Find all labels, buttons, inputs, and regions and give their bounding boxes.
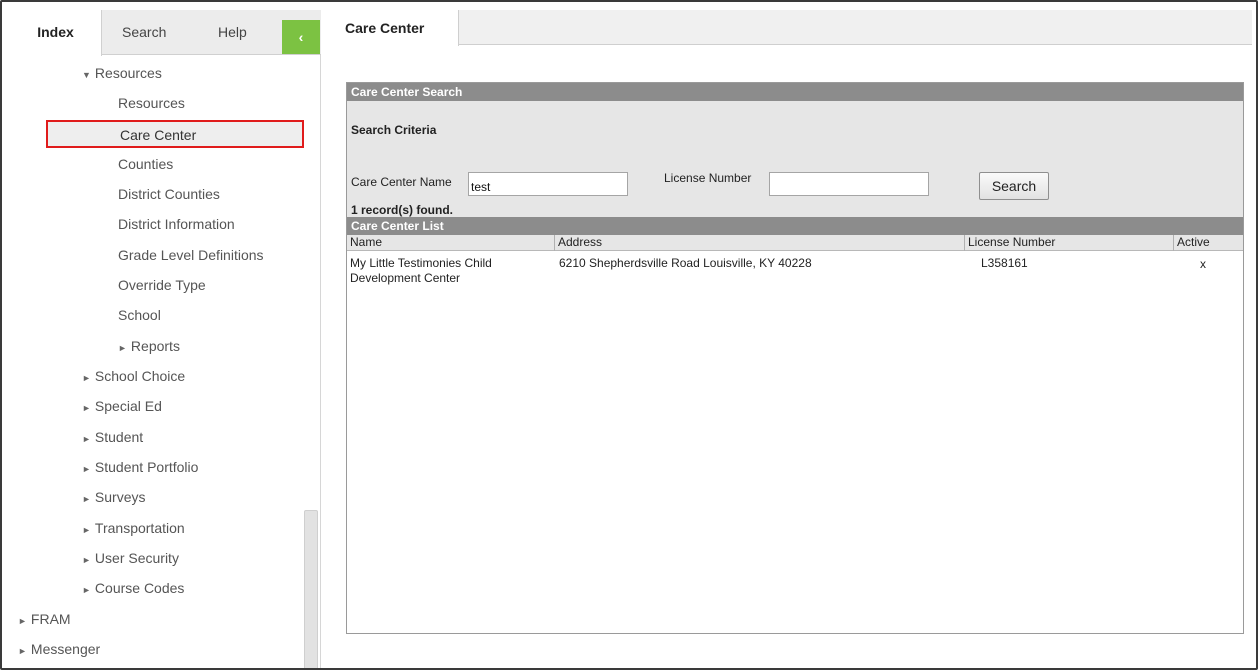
- caret-right-icon: ►: [82, 555, 91, 565]
- tree-item-label: Messenger: [30, 641, 101, 657]
- collapse-sidebar-button[interactable]: ‹: [282, 20, 320, 54]
- sidebar: Index Search Help ‹ ▼ Resources Resources…: [10, 10, 321, 668]
- tree-item-label: Surveys: [94, 489, 146, 505]
- cell-name-line2: Development Center: [350, 271, 461, 285]
- tree-item-fram[interactable]: ► FRAM: [18, 606, 71, 632]
- tab-help[interactable]: Help: [218, 10, 247, 55]
- tree-item-label: Resources: [118, 95, 185, 111]
- tree-item-school[interactable]: School: [118, 302, 161, 328]
- search-area: Search Criteria Care Center Name License…: [347, 101, 1243, 217]
- care-center-name-label: Care Center Name: [351, 175, 452, 189]
- tree-item-label: Student: [94, 429, 144, 445]
- column-header-name[interactable]: Name: [347, 235, 553, 251]
- cell-active: x: [1200, 257, 1206, 271]
- tree-item-override-type[interactable]: Override Type: [118, 272, 206, 298]
- tree-item-label: Care Center: [120, 127, 197, 143]
- tree-item-label: School: [118, 307, 161, 323]
- cell-address: 6210 Shepherdsville Road Louisville, KY …: [559, 256, 812, 270]
- records-found-text: 1 record(s) found.: [351, 203, 454, 217]
- tree-item-resources-folder[interactable]: ▼ Resources: [82, 60, 162, 86]
- caret-right-icon: ►: [82, 373, 91, 383]
- column-header-active[interactable]: Active: [1173, 235, 1243, 251]
- tree-item-grade-level-definitions[interactable]: Grade Level Definitions: [118, 242, 264, 268]
- caret-right-icon: ►: [118, 343, 127, 353]
- tab-care-center[interactable]: Care Center: [329, 10, 459, 46]
- sidebar-scrollbar[interactable]: [304, 510, 318, 668]
- license-number-input[interactable]: [769, 172, 929, 196]
- sidebar-tabs: Index Search Help ‹: [10, 10, 321, 56]
- tree-item-label: Student Portfolio: [94, 459, 199, 475]
- tree-item-messenger[interactable]: ► Messenger: [18, 636, 100, 662]
- search-button[interactable]: Search: [979, 172, 1049, 200]
- table-header-row: Name Address License Number Active: [347, 235, 1243, 251]
- main-content: Care Center Care Center Search Search Cr…: [329, 10, 1252, 668]
- tree-item-reports[interactable]: ► Reports: [118, 333, 180, 359]
- caret-right-icon: ►: [82, 585, 91, 595]
- chevron-left-icon: ‹: [298, 29, 304, 45]
- tab-index[interactable]: Index: [10, 10, 102, 56]
- tree-item-label: Transportation: [94, 520, 185, 536]
- search-criteria-title: Search Criteria: [351, 123, 437, 137]
- caret-right-icon: ►: [18, 646, 27, 656]
- tree-item-label: FRAM: [30, 611, 71, 627]
- search-section-header: Care Center Search: [347, 83, 1243, 101]
- tree-item-label: District Counties: [118, 186, 220, 202]
- tree-item-label: Counties: [118, 156, 174, 172]
- care-center-panel: Care Center Search Search Criteria Care …: [346, 82, 1244, 634]
- tree-item-label: Reports: [130, 338, 180, 354]
- tree-item-counties[interactable]: Counties: [118, 151, 173, 177]
- column-header-address[interactable]: Address: [554, 235, 963, 251]
- tree-item-district-counties[interactable]: District Counties: [118, 181, 220, 207]
- tree-item-student[interactable]: ► Student: [82, 424, 143, 450]
- tree-item-transportation[interactable]: ► Transportation: [82, 515, 185, 541]
- tab-search[interactable]: Search: [122, 10, 166, 55]
- tree-item-label: Special Ed: [94, 398, 162, 414]
- app-frame: Index Search Help ‹ ▼ Resources Resources…: [0, 0, 1258, 670]
- caret-right-icon: ►: [82, 464, 91, 474]
- caret-down-icon: ▼: [82, 70, 91, 80]
- cell-license-number: L358161: [981, 256, 1028, 270]
- tree-item-course-codes[interactable]: ► Course Codes: [82, 575, 184, 601]
- list-section-header: Care Center List: [347, 217, 1243, 235]
- tree-item-label: Override Type: [118, 277, 206, 293]
- care-center-name-input[interactable]: [468, 172, 628, 196]
- cell-name-line1: My Little Testimonies Child: [350, 256, 492, 270]
- tree-item-label: Course Codes: [94, 580, 185, 596]
- tree-item-user-security[interactable]: ► User Security: [82, 545, 179, 571]
- caret-right-icon: ►: [82, 494, 91, 504]
- tree-item-special-ed[interactable]: ► Special Ed: [82, 393, 162, 419]
- tree-item-resources[interactable]: Resources: [118, 90, 185, 116]
- tree-item-label: District Information: [118, 216, 235, 232]
- tree-item-care-center[interactable]: Care Center: [46, 120, 304, 148]
- caret-right-icon: ►: [82, 525, 91, 535]
- tree-item-student-portfolio[interactable]: ► Student Portfolio: [82, 454, 198, 480]
- license-number-label: License Number: [664, 171, 752, 185]
- caret-right-icon: ►: [82, 403, 91, 413]
- column-header-license-number[interactable]: License Number: [964, 235, 1172, 251]
- tree-item-label: User Security: [94, 550, 179, 566]
- tree-item-surveys[interactable]: ► Surveys: [82, 484, 146, 510]
- tree-item-label: School Choice: [94, 368, 186, 384]
- tree-item-label: Grade Level Definitions: [118, 247, 264, 263]
- main-tabbar: Care Center: [329, 10, 1252, 46]
- tree-item-label: Resources: [94, 65, 162, 81]
- caret-right-icon: ►: [18, 616, 27, 626]
- caret-right-icon: ►: [82, 434, 91, 444]
- tree-item-school-choice[interactable]: ► School Choice: [82, 363, 185, 389]
- tree-item-district-information[interactable]: District Information: [118, 211, 235, 237]
